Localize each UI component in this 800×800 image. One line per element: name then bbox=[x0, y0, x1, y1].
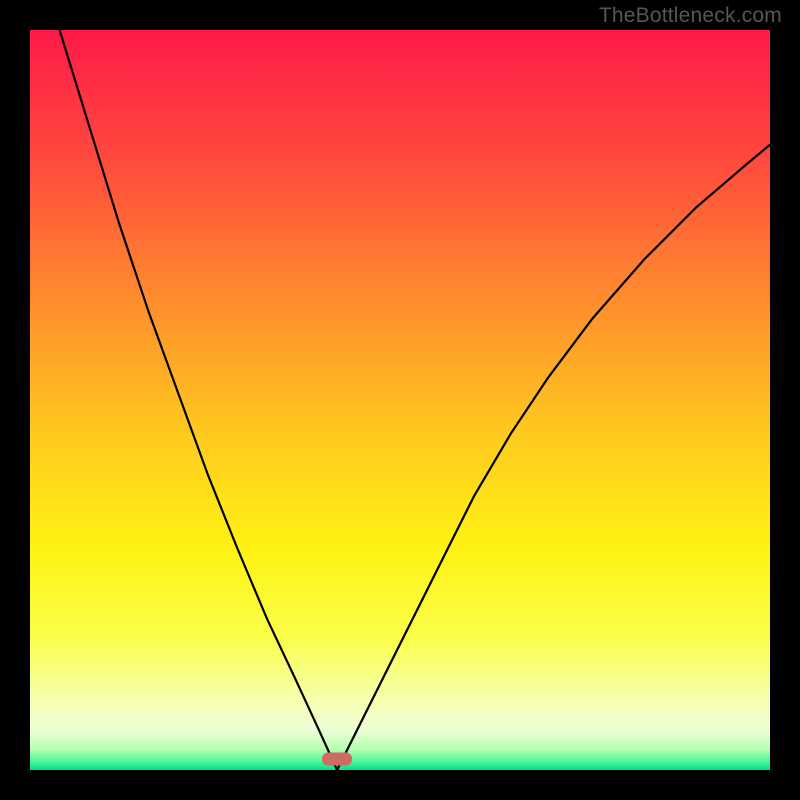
bottleneck-curve bbox=[30, 30, 770, 770]
watermark-text: TheBottleneck.com bbox=[599, 4, 782, 28]
chart-frame: TheBottleneck.com bbox=[0, 0, 800, 800]
optimum-marker bbox=[322, 752, 352, 765]
plot-area bbox=[30, 30, 770, 770]
curve-left-branch bbox=[60, 30, 338, 770]
curve-right-branch bbox=[337, 145, 770, 770]
